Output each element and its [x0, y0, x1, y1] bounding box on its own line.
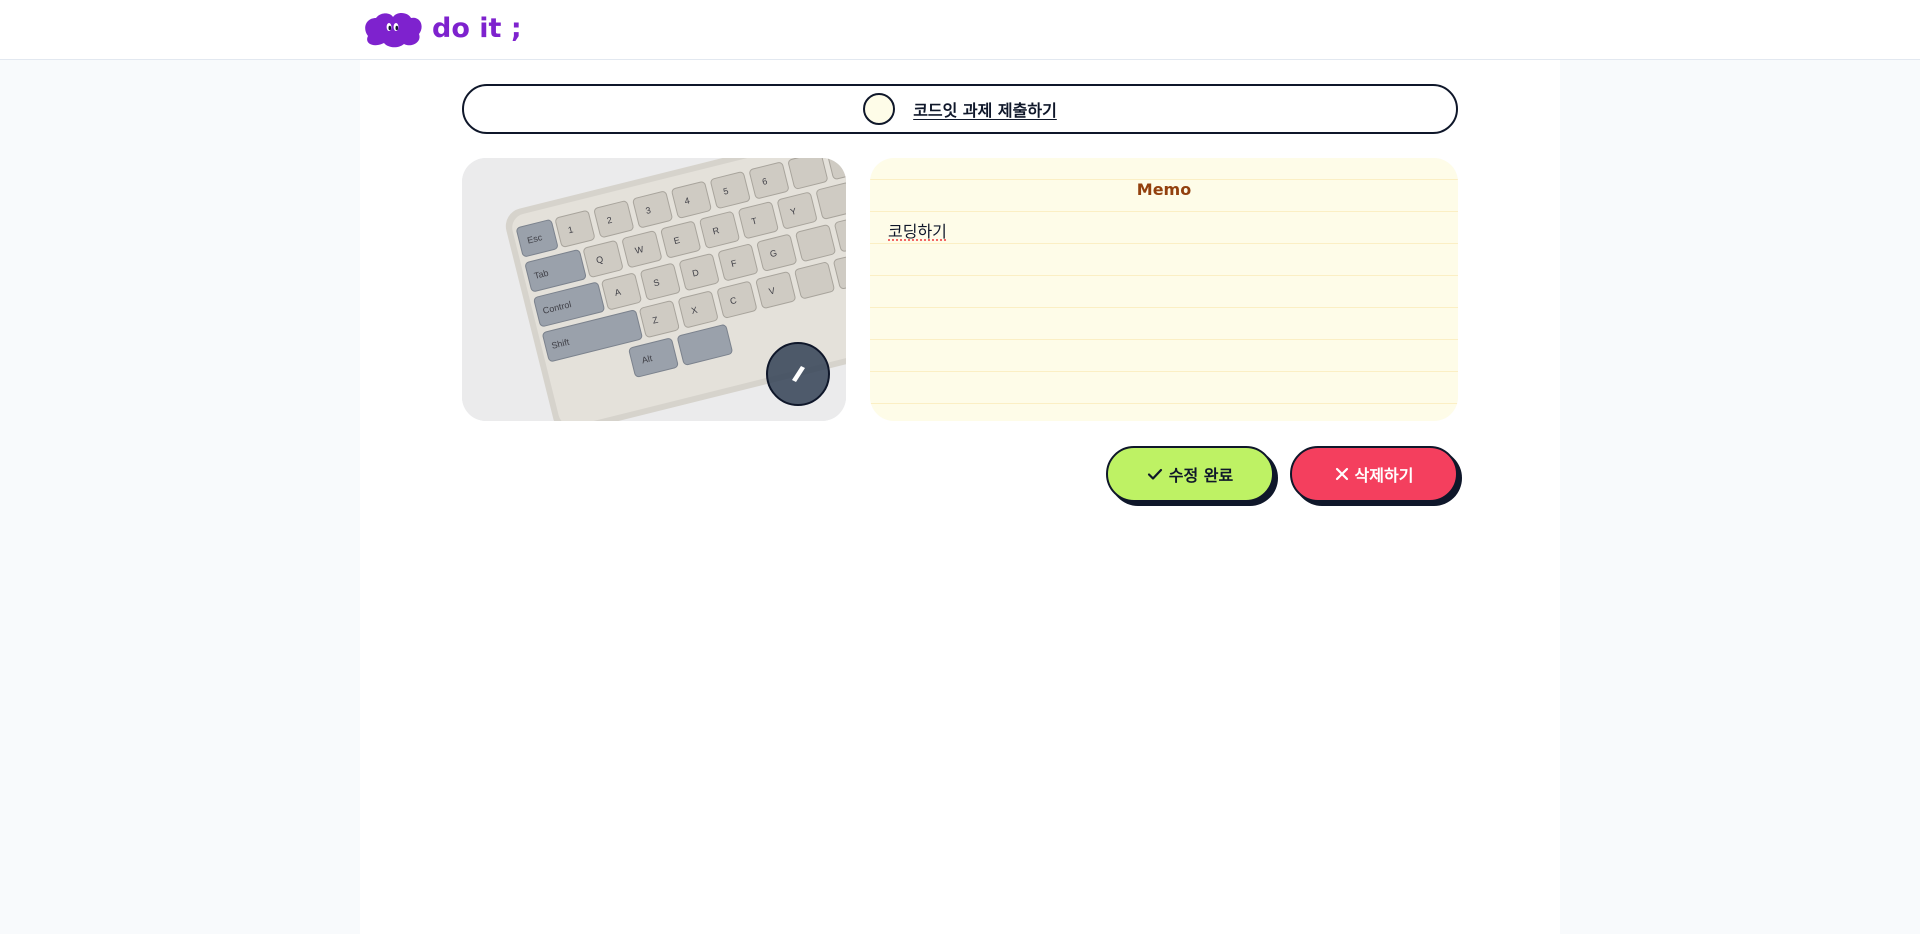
save-button-label: 수정 완료 — [1168, 466, 1234, 485]
logo[interactable]: do it ; — [362, 8, 522, 48]
todo-title[interactable]: 코드잇 과제 제출하기 — [913, 97, 1057, 121]
memo-textarea[interactable]: 코딩하기 — [888, 216, 1440, 406]
memo-title: Memo — [1136, 180, 1192, 199]
save-button[interactable]: 수정 완료 — [1106, 446, 1274, 502]
edit-image-button[interactable] — [766, 342, 830, 406]
x-icon — [1335, 467, 1348, 481]
circle-checkbox-icon[interactable] — [863, 93, 896, 125]
check-icon — [1147, 468, 1162, 480]
logo-text: do it ; — [432, 12, 522, 44]
app-header: do it ; — [0, 0, 1920, 60]
delete-button-label: 삭제하기 — [1354, 466, 1414, 485]
cloud-eyes-logo-icon — [365, 12, 422, 48]
pencil-icon — [792, 366, 805, 382]
delete-button[interactable]: 삭제하기 — [1290, 446, 1458, 502]
todo-title-bar: 코드잇 과제 제출하기 — [462, 84, 1458, 134]
memo-card: Memo 코딩하기 — [870, 158, 1458, 421]
